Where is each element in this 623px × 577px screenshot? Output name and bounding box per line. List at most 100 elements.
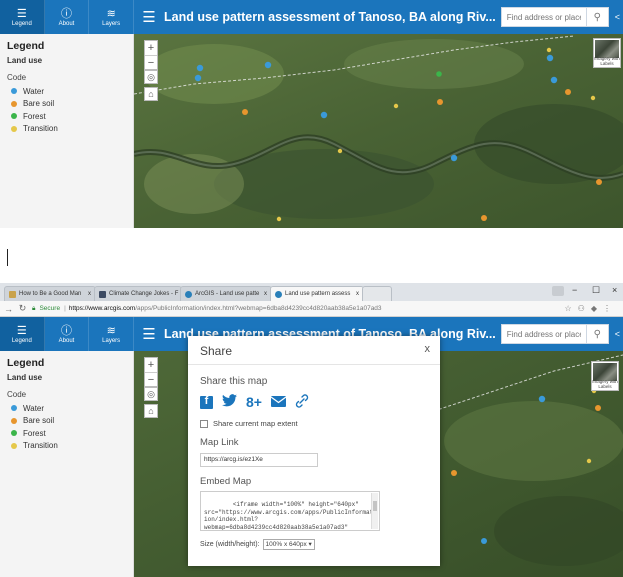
tab-layers-label: Layers <box>102 20 121 27</box>
browser-tab-active[interactable]: Land use pattern assess x <box>270 286 364 301</box>
tab-legend[interactable]: ☰ Legend <box>0 0 45 34</box>
dialog-divider <box>188 364 440 365</box>
browser-tab-label: How to Be a Good Man <box>19 291 82 297</box>
share-extent-row: Share current map extent <box>200 419 428 428</box>
list-icon: ☰ <box>16 324 27 337</box>
zoom-out-button[interactable]: − <box>145 372 157 386</box>
favicon-icon <box>185 290 192 298</box>
legend-item: Forest <box>7 427 126 440</box>
home-icon[interactable]: ⌂ <box>144 404 158 418</box>
tab-about-label: About <box>58 337 75 344</box>
url-field[interactable]: 🔒︎ Secure | https://www.arcgis.com /apps… <box>32 303 565 315</box>
tab-about[interactable]: ⓘ About <box>45 317 90 351</box>
tab-close-icon[interactable]: x <box>85 291 91 297</box>
facebook-icon[interactable]: f <box>200 395 213 409</box>
legend-item-label: Water <box>23 86 45 96</box>
tab-layers[interactable]: ≋ Layers <box>89 0 135 34</box>
close-icon[interactable]: x <box>425 343 431 355</box>
basemap-toggle[interactable]: Imagery with Labels <box>591 361 619 391</box>
legend-item: Water <box>7 402 126 415</box>
legend-item-label: Transition <box>23 124 58 134</box>
tab-close-icon[interactable]: x <box>261 291 267 297</box>
share-icon[interactable]: < <box>615 12 620 22</box>
embed-size-select[interactable]: 100% x 640px ▾ <box>262 538 315 550</box>
map-link-heading: Map Link <box>200 437 239 448</box>
new-tab-button[interactable] <box>362 286 392 301</box>
embed-code-text: <iframe width="100%" height="640px" src=… <box>204 501 374 531</box>
locate-icon[interactable]: ◎ <box>144 387 158 401</box>
legend-item: Bare soil <box>7 98 126 111</box>
twitter-icon[interactable] <box>222 394 237 410</box>
favicon-icon <box>275 290 282 298</box>
tab-layers-label: Layers <box>102 337 121 344</box>
legend-panel: Legend Land use Code Water Bare soil For… <box>0 34 134 228</box>
browser-tab[interactable]: ArcGIS - Land use patte x <box>180 286 272 301</box>
forward-icon[interactable]: → <box>3 304 14 314</box>
google-plus-icon[interactable]: 8+ <box>246 394 262 410</box>
share-dialog: Share x Share this map f 8+ Share curren… <box>188 336 440 566</box>
bare-soil-dot-icon <box>11 417 17 424</box>
legend-item-label: Water <box>23 403 45 413</box>
tab-legend[interactable]: ☰ Legend <box>0 317 45 351</box>
email-icon[interactable] <box>270 394 287 410</box>
browser-tab[interactable]: How to Be a Good Man x <box>4 286 96 301</box>
share-dialog-title: Share <box>200 344 233 358</box>
legend-layer-name: Land use <box>7 56 43 65</box>
embed-code-textarea[interactable]: <iframe width="100%" height="640px" src=… <box>200 490 380 531</box>
browser-tab[interactable]: Climate Change Jokes - Fx <box>94 286 182 301</box>
embed-size-label: Size (width/height): <box>200 540 260 548</box>
forest-dot-icon <box>11 430 17 437</box>
reload-icon[interactable]: ↻ <box>17 303 28 314</box>
app-header: ☰ Land use pattern assessment of Tanoso,… <box>134 0 623 34</box>
tab-layers[interactable]: ≋ Layers <box>89 317 135 351</box>
legend-field-name: Code <box>7 390 27 399</box>
zoom-in-button[interactable]: + <box>145 41 157 55</box>
textarea-scrollbar[interactable] <box>371 492 378 529</box>
embed-map-heading: Embed Map <box>200 475 252 487</box>
basemap-label: Imagery with Labels <box>594 56 620 66</box>
legend-item: Transition <box>7 440 126 453</box>
zoom-out-button[interactable]: − <box>145 55 157 69</box>
browser-tab-bar: How to Be a Good Man x Climate Change Jok… <box>0 283 623 301</box>
app-title: Land use pattern assessment of Tanoso, B… <box>164 10 496 24</box>
favicon-icon <box>99 290 106 298</box>
water-dot-icon <box>11 88 17 95</box>
legend-item: Forest <box>7 110 126 123</box>
search-input[interactable] <box>500 324 587 344</box>
profile-icon[interactable] <box>552 286 564 296</box>
hamburger-menu-icon[interactable]: ☰ <box>138 6 160 28</box>
search-icon[interactable]: ⚲ <box>586 324 609 344</box>
screenshot-bottom: How to Be a Good Man x Climate Change Jok… <box>0 283 623 577</box>
lock-icon: 🔒︎ <box>32 304 36 312</box>
share-icon[interactable]: < <box>615 329 620 339</box>
map-view[interactable]: + − ◎ ⌂ Imagery with Labels <box>134 34 623 228</box>
tab-about[interactable]: ⓘ About <box>45 0 90 34</box>
layers-icon: ≋ <box>106 324 116 337</box>
legend-item: Bare soil <box>7 415 126 428</box>
link-icon[interactable] <box>295 393 309 411</box>
legend-title: Legend <box>7 357 45 369</box>
browser-action-icons[interactable]: ☆⚇◆⋮ <box>565 304 618 313</box>
minimize-button[interactable]: − <box>572 285 577 295</box>
search-icon[interactable]: ⚲ <box>586 7 609 27</box>
hamburger-menu-icon[interactable]: ☰ <box>138 323 160 345</box>
map-link-input[interactable] <box>200 452 318 467</box>
legend-item-label: Transition <box>23 441 58 451</box>
legend-layer-name: Land use <box>7 373 43 382</box>
tab-about-label: About <box>58 20 75 27</box>
screenshot-top: ☰ Legend ⓘ About ≋ Layers ☰ Land use pat… <box>0 0 623 228</box>
basemap-toggle[interactable]: Imagery with Labels <box>593 38 621 68</box>
legend-panel: Legend Land use Code Water Bare soil For… <box>0 351 134 577</box>
maximize-button[interactable]: ☐ <box>592 285 600 296</box>
scrollbar-thumb[interactable] <box>373 500 377 511</box>
search-input[interactable] <box>500 7 587 27</box>
legend-item-label: Forest <box>23 111 46 121</box>
tab-close-icon[interactable]: x <box>353 291 359 297</box>
info-icon: ⓘ <box>61 324 72 337</box>
locate-icon[interactable]: ◎ <box>144 70 158 84</box>
home-icon[interactable]: ⌂ <box>144 87 158 101</box>
zoom-in-button[interactable]: + <box>145 358 157 372</box>
close-window-button[interactable]: × <box>612 285 617 295</box>
share-extent-checkbox[interactable] <box>200 419 208 428</box>
favicon-icon <box>9 290 16 298</box>
